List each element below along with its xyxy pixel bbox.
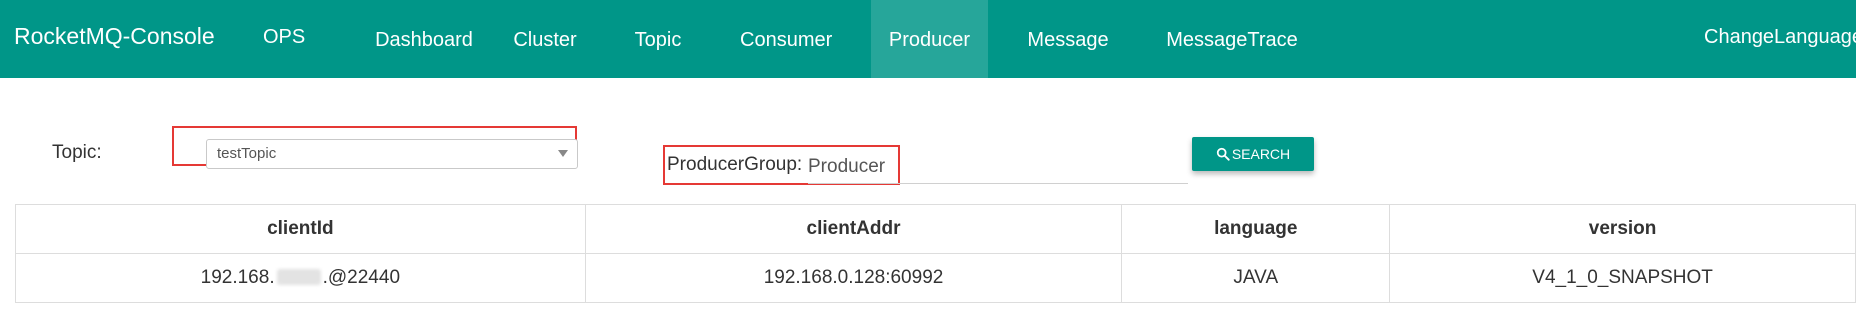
header-client-id: clientId [15,204,586,254]
redacted-mask [276,269,321,285]
header-version: version [1389,204,1856,254]
nav-item-consumer[interactable]: Consumer [740,0,832,78]
producer-group-label: ProducerGroup: [667,154,803,175]
topic-select-value: testTopic [217,145,277,162]
search-icon [1216,147,1230,161]
header-language: language [1121,204,1391,254]
nav-item-cluster[interactable]: Cluster [512,0,578,78]
chevron-down-icon[interactable] [558,150,568,157]
search-button[interactable]: SEARCH [1192,137,1314,171]
app-brand[interactable]: RocketMQ-Console [14,0,215,72]
table-header-row: clientId clientAddr language version [15,204,1856,254]
nav-item-dashboard[interactable]: Dashboard [359,0,489,78]
producer-connection-table: clientId clientAddr language version 192… [15,204,1856,303]
topic-label: Topic: [52,142,102,163]
search-button-label: SEARCH [1231,146,1291,162]
cell-language: JAVA [1121,253,1391,303]
cell-client-id: 192.168. .@22440 [15,253,586,303]
client-id-prefix: 192.168. [200,267,275,288]
nav-item-producer[interactable]: Producer [871,0,988,78]
nav-item-message-trace[interactable]: MessageTrace [1166,0,1298,78]
nav-item-message[interactable]: Message [1027,0,1109,78]
client-id-suffix: .@22440 [322,267,401,288]
producer-group-input[interactable] [808,150,1188,184]
header-client-addr: clientAddr [584,204,1123,254]
cell-version: V4_1_0_SNAPSHOT [1389,253,1856,303]
nav-item-ops[interactable]: OPS [263,0,305,78]
cell-client-addr: 192.168.0.128:60992 [584,253,1123,303]
nav-item-topic[interactable]: Topic [633,0,683,78]
table-row: 192.168. .@22440 192.168.0.128:60992 JAVA… [15,253,1856,303]
top-navbar: RocketMQ-Console OPS Dashboard Cluster T… [0,0,1856,78]
topic-select[interactable]: testTopic [206,139,578,169]
change-language-menu[interactable]: ChangeLanguage [1704,0,1856,78]
